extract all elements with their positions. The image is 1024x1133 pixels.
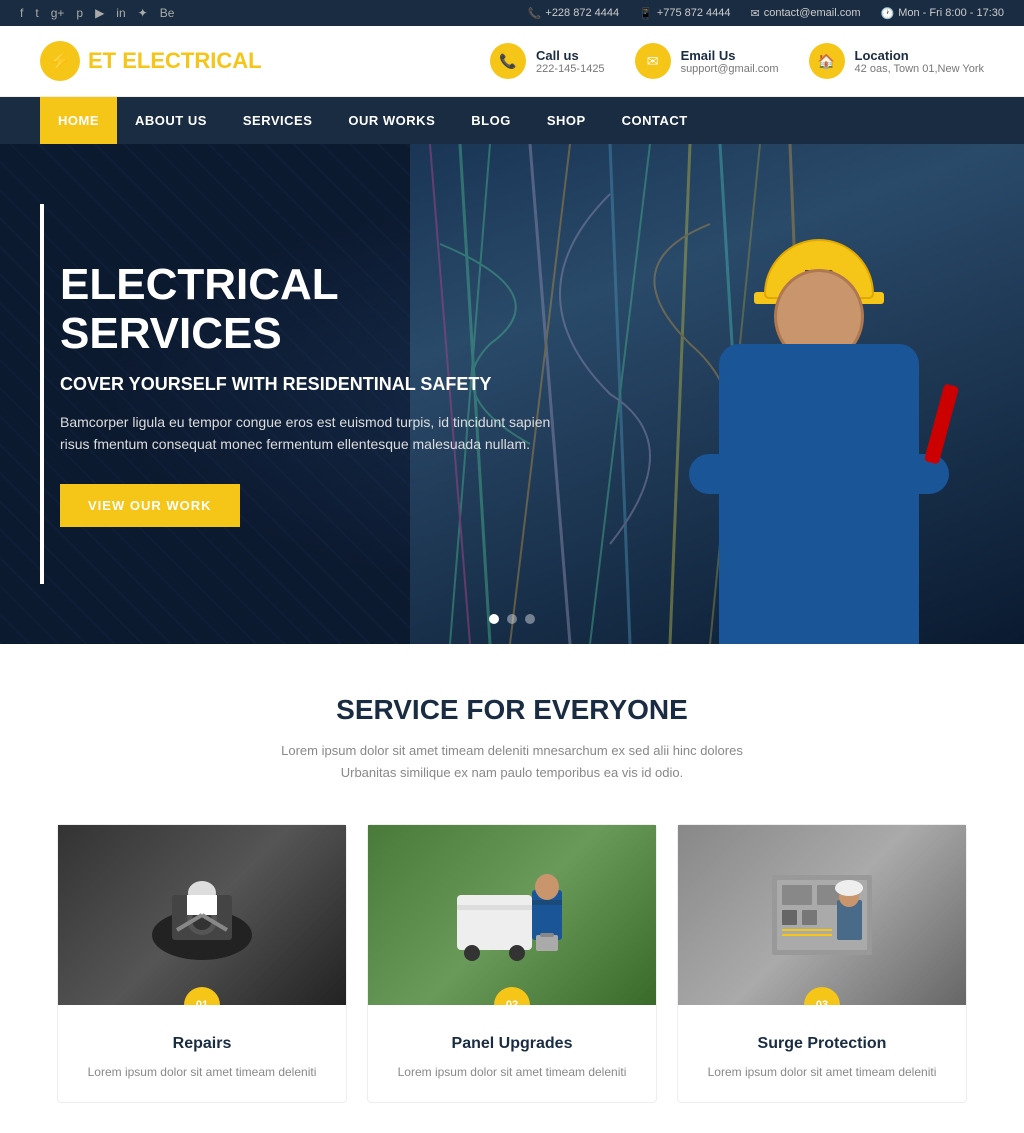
social-links: f t g+ p ▶ in ✦ Be (20, 6, 174, 20)
dot-2[interactable] (507, 614, 517, 624)
card-image-panel: 02 (368, 825, 656, 1005)
nav-services[interactable]: SERVICES (225, 97, 331, 144)
hero-title: ELECTRICAL SERVICES (60, 261, 560, 358)
card-title-3: Surge Protection (698, 1035, 946, 1053)
phone-icon: 📞 (528, 7, 542, 20)
call-number: 222-145-1425 (536, 63, 605, 75)
nav-about[interactable]: ABOUT US (117, 97, 225, 144)
repairs-image-svg (142, 865, 262, 965)
service-card-repairs: 01 Repairs Lorem ipsum dolor sit amet ti… (57, 824, 347, 1103)
hero-subtitle: COVER YOURSELF WITH RESIDENTINAL SAFETY (60, 374, 560, 395)
card-title-2: Panel Upgrades (388, 1035, 636, 1053)
dot-1[interactable] (489, 614, 499, 624)
services-section: SERVICE FOR EVERYONE Lorem ipsum dolor s… (0, 644, 1024, 1133)
hero-section: EXPANDGROUP ELECTRICAL SERVICES COVER YO… (0, 144, 1024, 644)
service-card-panel: 02 Panel Upgrades Lorem ipsum dolor sit … (367, 824, 657, 1103)
hero-cta-button[interactable]: VIEW OUR WORK (60, 484, 240, 527)
hero-description: Bamcorper ligula eu tempor congue eros e… (60, 411, 560, 456)
service-card-surge: 03 Surge Protection Lorem ipsum dolor si… (677, 824, 967, 1103)
location-icon: 🏠 (809, 43, 845, 79)
email-icon-header: ✉ (635, 43, 671, 79)
card-image-repairs: 01 (58, 825, 346, 1005)
top-email: ✉ contact@email.com (751, 7, 861, 20)
main-nav: HOME ABOUT US SERVICES OUR WORKS BLOG SH… (0, 97, 1024, 144)
services-description: Lorem ipsum dolor sit amet timeam deleni… (262, 740, 762, 784)
worker-tool (924, 383, 959, 464)
facebook-icon[interactable]: f (20, 6, 23, 20)
header-location: 🏠 Location 42 oas, Town 01,New York (809, 43, 984, 79)
nav-shop[interactable]: SHOP (529, 97, 604, 144)
linkedin-icon[interactable]: in (116, 6, 125, 20)
nav-blog[interactable]: BLOG (453, 97, 529, 144)
panel-image-svg (452, 865, 572, 965)
site-header: ⚡ ET ELECTRICAL 📞 Call us 222-145-1425 ✉… (0, 26, 1024, 97)
nav-works[interactable]: OUR WORKS (330, 97, 453, 144)
worker-body (719, 344, 919, 644)
nav-home[interactable]: HOME (40, 97, 117, 144)
top-phone1: 📞 +228 872 4444 (528, 7, 619, 20)
header-email: ✉ Email Us support@gmail.com (635, 43, 779, 79)
email-label: Email Us (681, 48, 779, 63)
card-text-3: Lorem ipsum dolor sit amet timeam deleni… (698, 1063, 946, 1082)
pinterest-icon[interactable]: p (76, 6, 83, 20)
header-contact-info: 📞 Call us 222-145-1425 ✉ Email Us suppor… (490, 43, 984, 79)
logo-text: ET ELECTRICAL (88, 48, 262, 74)
call-icon: 📞 (490, 43, 526, 79)
logo[interactable]: ⚡ ET ELECTRICAL (40, 41, 262, 81)
twitter-icon[interactable]: t (35, 6, 38, 20)
hero-dots (489, 614, 535, 624)
location-label: Location (855, 48, 984, 63)
services-title: SERVICE FOR EVERYONE (40, 694, 984, 726)
surge-image-svg (762, 865, 882, 965)
worker-figure: EXPANDGROUP (644, 174, 994, 644)
hero-content: ELECTRICAL SERVICES COVER YOURSELF WITH … (0, 261, 620, 527)
youtube-icon[interactable]: ▶ (95, 6, 104, 20)
top-phone2: 📱 +775 872 4444 (639, 7, 730, 20)
service-cards-container: 01 Repairs Lorem ipsum dolor sit amet ti… (40, 824, 984, 1103)
globe-icon[interactable]: ✦ (138, 6, 148, 20)
card-image-surge: 03 (678, 825, 966, 1005)
email-address: support@gmail.com (681, 63, 779, 75)
top-contact-info: 📞 +228 872 4444 📱 +775 872 4444 ✉ contac… (528, 7, 1004, 20)
header-call: 📞 Call us 222-145-1425 (490, 43, 605, 79)
email-icon: ✉ (751, 7, 760, 20)
google-plus-icon[interactable]: g+ (51, 6, 65, 20)
logo-icon: ⚡ (40, 41, 80, 81)
nav-contact[interactable]: CONTACT (604, 97, 706, 144)
card-text-1: Lorem ipsum dolor sit amet timeam deleni… (78, 1063, 326, 1082)
behance-icon[interactable]: Be (160, 6, 175, 20)
clock-icon: 🕐 (881, 7, 895, 20)
top-hours: 🕐 Mon - Fri 8:00 - 17:30 (881, 7, 1004, 20)
card-title-1: Repairs (78, 1035, 326, 1053)
location-address: 42 oas, Town 01,New York (855, 63, 984, 75)
top-bar: f t g+ p ▶ in ✦ Be 📞 +228 872 4444 📱 +77… (0, 0, 1024, 26)
dot-3[interactable] (525, 614, 535, 624)
card-text-2: Lorem ipsum dolor sit amet timeam deleni… (388, 1063, 636, 1082)
call-label: Call us (536, 48, 605, 63)
mobile-icon: 📱 (639, 7, 653, 20)
